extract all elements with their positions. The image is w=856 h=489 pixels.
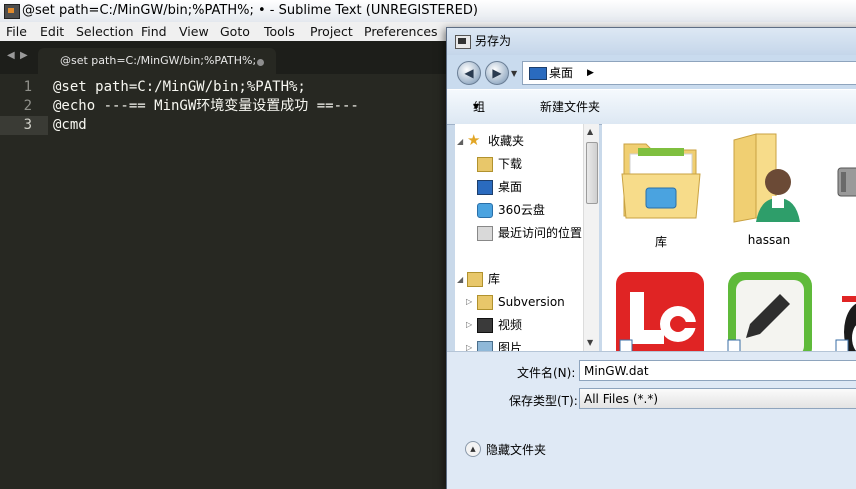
chevron-up-icon: ▲ [465,441,481,457]
back-button[interactable]: ◀ [457,61,481,85]
nav-label: 桌面 [498,180,523,194]
cloud-drive-icon [477,203,493,218]
video-library-icon [477,318,493,333]
nav-item-favorites[interactable]: ◢ ★ 收藏夹 [455,130,598,152]
collapse-arrow-icon[interactable]: ◢ [457,131,463,153]
nav-item-subversion[interactable]: ▷ Subversion [455,291,598,313]
menu-find[interactable]: Find [141,22,167,41]
nav-label: Subversion [498,295,565,309]
nav-label: 下载 [498,157,523,171]
address-location[interactable]: 桌面 [549,62,573,84]
menu-view[interactable]: View [179,22,209,41]
tab-scroll-right-icon[interactable]: ▶ [20,50,28,61]
nav-pane-scrollbar[interactable]: ▲ ▼ [583,124,599,351]
desktop-icon [529,67,547,80]
chevron-down-icon: ▼ [473,102,480,111]
collapse-arrow-icon[interactable]: ◢ [457,269,463,291]
nav-item-recent-places[interactable]: 最近访问的位置 [455,222,598,244]
file-item-penguin-shortcut[interactable] [828,266,856,351]
address-bar[interactable]: 桌面 ▶ [522,61,856,85]
desktop-icon [477,180,493,195]
letv-app-icon [616,272,704,351]
code-line[interactable]: @set path=C:/MinGW/bin;%PATH%; [53,78,306,97]
tab-scroll-left-icon[interactable]: ◀ [7,50,15,61]
expand-arrow-icon[interactable]: ▷ [466,337,472,351]
file-name: 库 [654,235,667,249]
nav-label: 收藏夹 [488,134,525,148]
recent-places-icon [477,226,493,241]
nav-label: 视频 [498,318,523,332]
scroll-down-icon[interactable]: ▼ [587,338,593,347]
filetype-select[interactable]: All Files (*.*) [579,388,856,409]
save-dialog-icon [455,35,471,49]
filename-label: 文件名(N): [517,366,576,380]
dialog-title-bar: 另存为 [447,28,856,55]
library-folder-icon [467,272,483,287]
menu-goto[interactable]: Goto [220,22,250,41]
editor-tab[interactable]: @set path=C:/MinGW/bin;%PATH%; [38,48,276,74]
forward-button[interactable]: ▶ [485,61,509,85]
menu-selection[interactable]: Selection [76,22,134,41]
menu-tools[interactable]: Tools [264,22,295,41]
file-list-pane[interactable]: 库 hassan [602,124,856,351]
sublime-app-icon [4,4,20,19]
file-item-user-folder[interactable]: hassan [720,126,818,252]
nav-label: 最近访问的位置 [498,226,583,240]
address-bar-area: ◀ ▶ ▼ 桌面 ▶ [447,55,856,89]
nav-label: 图片 [498,341,523,351]
filename-input[interactable]: MinGW.dat [579,360,856,381]
navigation-pane[interactable]: ◢ ★ 收藏夹 下载 桌面 360云盘 最近访问的位置 ◢ 库 ▷ Subver… [455,124,598,351]
nav-item-downloads[interactable]: 下载 [455,153,598,175]
hide-folders-label: 隐藏文件夹 [486,443,547,457]
filetype-label: 保存类型(T): [509,394,578,408]
window-title-bar: @set path=C:/MinGW/bin;%PATH%; • - Subli… [0,0,856,23]
line-number: 2 [23,98,32,114]
save-as-dialog: 另存为 ◀ ▶ ▼ 桌面 ▶ 组织 ▼ 新建文件夹 ◢ ★ 收藏夹 下载 桌面 [446,27,856,489]
file-item-notes-shortcut[interactable] [720,266,818,351]
dialog-toolbar: 组织 ▼ 新建文件夹 [447,89,856,148]
new-folder-button[interactable]: 新建文件夹 [540,90,600,124]
scroll-thumb[interactable] [586,142,598,204]
penguin-app-icon [835,296,856,351]
nav-item-videos[interactable]: ▷ 视频 [455,314,598,336]
folder-icon [477,295,493,310]
breadcrumb-arrow-icon[interactable]: ▶ [587,62,594,84]
code-line[interactable]: @echo ---== MinGW环境变量设置成功 ==--- [53,97,359,116]
nav-item-pictures[interactable]: ▷ 图片 [455,337,598,351]
menu-edit[interactable]: Edit [40,22,64,41]
expand-arrow-icon[interactable]: ▷ [466,314,472,336]
user-folder-icon [733,133,800,223]
nav-label: 库 [488,272,501,286]
menu-file[interactable]: File [6,22,27,41]
unsaved-dot-icon[interactable] [257,59,264,66]
window-title: @set path=C:/MinGW/bin;%PATH%; • - Subli… [22,3,478,18]
downloads-folder-icon [477,157,493,172]
hard-drive-icon [837,167,856,197]
notes-app-icon [727,272,812,351]
library-folder-icon [621,143,701,219]
star-icon: ★ [467,131,481,149]
recent-locations-dropdown-icon[interactable]: ▼ [511,69,517,78]
nav-label: 360云盘 [498,203,545,217]
line-number: 3 [23,117,32,133]
nav-item-desktop[interactable]: 桌面 [455,176,598,198]
file-name: hassan [747,233,791,247]
scroll-up-icon[interactable]: ▲ [587,127,593,136]
pictures-library-icon [477,341,493,351]
line-number: 1 [23,79,32,95]
file-item-library[interactable]: 库 [612,126,710,252]
menu-preferences[interactable]: Preferences [364,22,438,41]
dialog-title: 另存为 [475,34,512,48]
nav-item-360-cloud[interactable]: 360云盘 [455,199,598,221]
editor-tab-label: @set path=C:/MinGW/bin;%PATH%; [60,54,257,67]
file-item-drive[interactable] [828,126,856,252]
code-line[interactable]: @cmd [53,116,87,135]
menu-project[interactable]: Project [310,22,353,41]
expand-arrow-icon[interactable]: ▷ [466,291,472,313]
nav-item-libraries[interactable]: ◢ 库 [455,268,598,290]
file-item-app-shortcut[interactable] [612,266,710,351]
